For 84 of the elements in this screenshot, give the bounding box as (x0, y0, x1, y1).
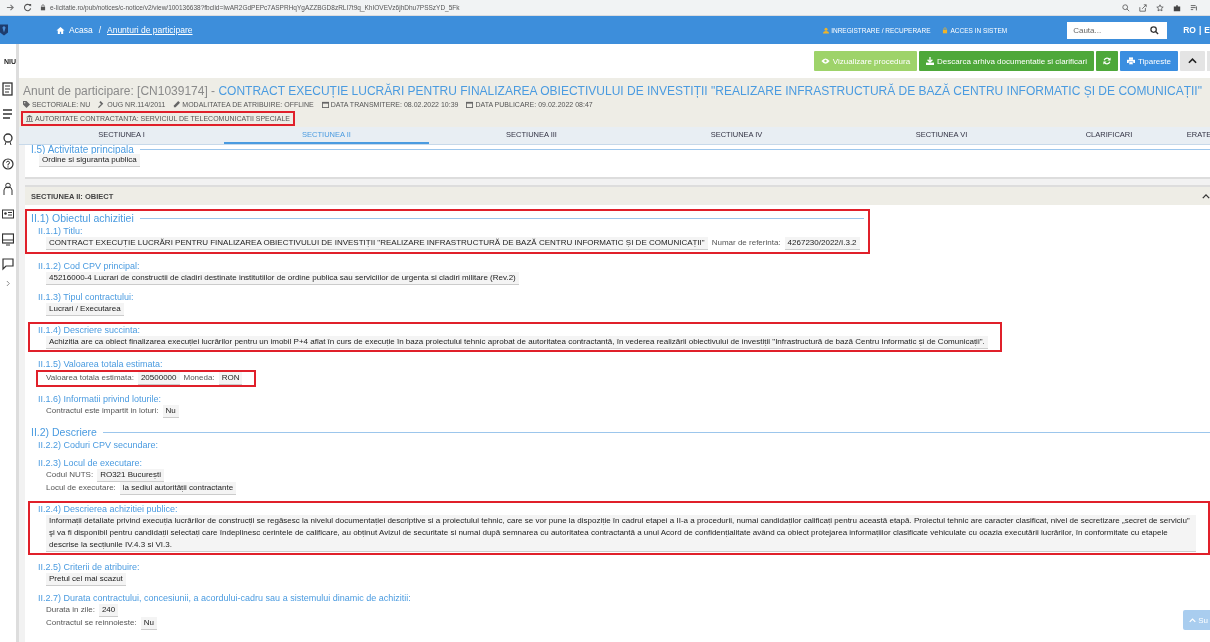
reload-icon[interactable] (23, 3, 32, 12)
field-value: CONTRACT EXECUȚIE LUCRĂRI PENTRU FINALIZAREA OBIECTIVULUI DE INVESTIȚII "REALIZARE INFRASTRUCTURĂ DE BAZĂ CENTRU INFORMATIC ȘI DE COMUNICAȚII" (46, 237, 708, 250)
playlist-icon[interactable] (1190, 3, 1198, 12)
tag-icon (23, 101, 30, 108)
field-label: II.1.4) Descriere succinta: (38, 324, 142, 336)
field-value: Nu (140, 617, 157, 630)
field-name: Locul de executare: (46, 483, 116, 492)
search-icon[interactable] (1150, 25, 1160, 35)
caret-up-icon (1188, 58, 1197, 64)
field-name: Moneda: (183, 373, 215, 382)
field-value: Informații detaliate privind execuția lucrărilor de construcții se regăsesc la nivelul documentației descriptive si a proiectului tehnic, care se vor pune la dispoziție în cadrul etapei a II-a a procedurii, numai candidaților calificați pentru această etapă. Proiectul tehnic are caracter clasificat, nivel de secretizare „secret de serviciu” şi va fi disponibil pentru candidații selectați care îndeplinesc cerintele de calificare, au obținut Avizul de securitate si numai după semnarea cu autoritatea contractantă a unui Acord de confidențialitate având ca obiect protejarea informațiilor clasificate vehiculate cu ocazia executării lucrărilor, în conformitate cu etapele descrise la secțiunile IV.4.3 si VI.3. (46, 515, 1196, 552)
help-icon[interactable] (2, 157, 14, 171)
field-name: Numar de referinta: (711, 238, 781, 247)
print-button[interactable]: Tipareste (1119, 51, 1178, 71)
field-label: II.1.5) Valoarea totala estimata: (38, 358, 164, 370)
field-value: 45216000-4 Lucrari de constructii de cladiri destinate institutiilor de ordine publica sau serviciilor de urgenta si cladiri militare (Rev.2) (46, 272, 519, 285)
calendar-icon (321, 101, 329, 108)
field-name: Durata in zile: (46, 605, 95, 614)
zoom-icon[interactable] (1122, 3, 1130, 12)
caret-up-icon (1189, 617, 1197, 623)
language-link[interactable]: E (1204, 25, 1210, 35)
field-value: 240 (98, 604, 119, 617)
eye-icon (820, 58, 830, 64)
field-value: la sediul autorității contractante (119, 482, 237, 495)
pen-icon (173, 101, 181, 108)
field-value: Achizitia are ca obiect finalizarea execuției lucrărilor pentru un imobil P+4 aflat în curs de execuție în baza proiectului tehnic aprobat de autoritatea contractantă, în vederea realizării obiectivului de investiții "Infrastructură de bază Centru Informatic și de Comunicații". (46, 336, 988, 349)
field-label: II.2.7) Durata contractului, concesiunii, a acordului-cadru sau a sistemului dinamic de achizitii: (38, 592, 412, 604)
field-value: Nu (162, 405, 179, 418)
lock-icon (942, 26, 949, 34)
field-value: Ordine si siguranta publica (39, 154, 140, 167)
field-value: RON (218, 372, 243, 385)
user-icon (823, 26, 830, 34)
field-label: II.1.3) Tipul contractului: (38, 291, 135, 303)
field-value: Pretul cel mai scazut (46, 573, 126, 586)
shield-logo-icon[interactable] (0, 22, 8, 38)
toolbar-button[interactable]: Vizualizare procedura (813, 51, 918, 71)
lock-icon (40, 4, 46, 11)
list-icon[interactable] (2, 107, 14, 121)
field-value: 20500000 (137, 372, 180, 385)
share-icon[interactable] (1139, 3, 1147, 12)
forward-icon[interactable] (6, 3, 15, 12)
bank-icon (26, 115, 33, 122)
field-name: Contractul este impartit in loturi: (46, 406, 159, 415)
id-card-icon[interactable] (2, 207, 14, 221)
group-heading: I.5) Activitate principala (31, 145, 134, 154)
collapse-button[interactable] (1180, 51, 1205, 71)
toolbar-button[interactable]: Descarca arhiva documentatie si clarificari (919, 51, 1094, 71)
caret-up-icon[interactable] (1202, 193, 1210, 199)
field-value: 4267230/2022/I.3.2 (784, 237, 860, 250)
refresh-icon (1102, 57, 1111, 65)
field-label: II.2.2) Coduri CPV secundare: (38, 439, 160, 451)
field-name: Codul NUTS: (46, 470, 94, 479)
language-link[interactable]: RO (1183, 25, 1196, 35)
breadcrumb-separator: / (98, 25, 101, 35)
field-label: II.2.5) Criterii de atribuire: (38, 561, 141, 573)
monitor-icon[interactable] (2, 232, 14, 246)
language-separator: | (1198, 25, 1202, 35)
field-name: Valoarea totala estimata: (46, 373, 134, 382)
chat-icon[interactable] (2, 257, 14, 271)
download-icon (926, 57, 935, 65)
person-icon[interactable] (2, 182, 14, 196)
field-value: RO321 București (97, 469, 165, 482)
field-name: Contractul se reinnoieste: (46, 618, 137, 627)
calendar-icon (466, 101, 474, 108)
notice-type-label: Anunt de participare: [CN1039174] - (23, 84, 217, 98)
breadcrumb-link[interactable]: Anunturi de participare (107, 25, 193, 35)
field-label: II.1.6) Informatii privind loturile: (38, 393, 163, 405)
group-heading: II.1) Obiectul achizitiei (31, 211, 134, 225)
field-label: II.2.4) Descrierea achizitiei publice: (38, 503, 179, 515)
home-icon[interactable] (56, 25, 65, 35)
notice-title: CONTRACT EXECUȚIE LUCRĂRI PENTRU FINALIZAREA OBIECTIVULUI DE INVESTIȚII "REALIZARE INFRASTRUCTURĂ DE BAZĂ CENTRU INFORMATIC ȘI DE COMUNICAȚII" (218, 84, 1202, 98)
search-field[interactable]: Cauta... (1067, 21, 1168, 39)
field-label: II.1.1) Titlu: (38, 225, 84, 237)
breadcrumb-link[interactable]: Acasa (69, 25, 93, 35)
document-icon[interactable] (2, 82, 14, 96)
refresh-button[interactable] (1095, 51, 1118, 71)
chevron-right-icon[interactable] (5, 280, 11, 287)
badge-icon[interactable] (2, 132, 14, 146)
group-heading: II.2) Descriere (31, 425, 97, 439)
printer-icon (1126, 57, 1135, 65)
field-value: Lucrari / Executarea (46, 303, 124, 316)
star-icon[interactable] (1156, 3, 1164, 12)
field-label: II.2.3) Locul de executare: (38, 457, 144, 469)
field-label: II.1.2) Cod CPV principal: (38, 260, 141, 272)
